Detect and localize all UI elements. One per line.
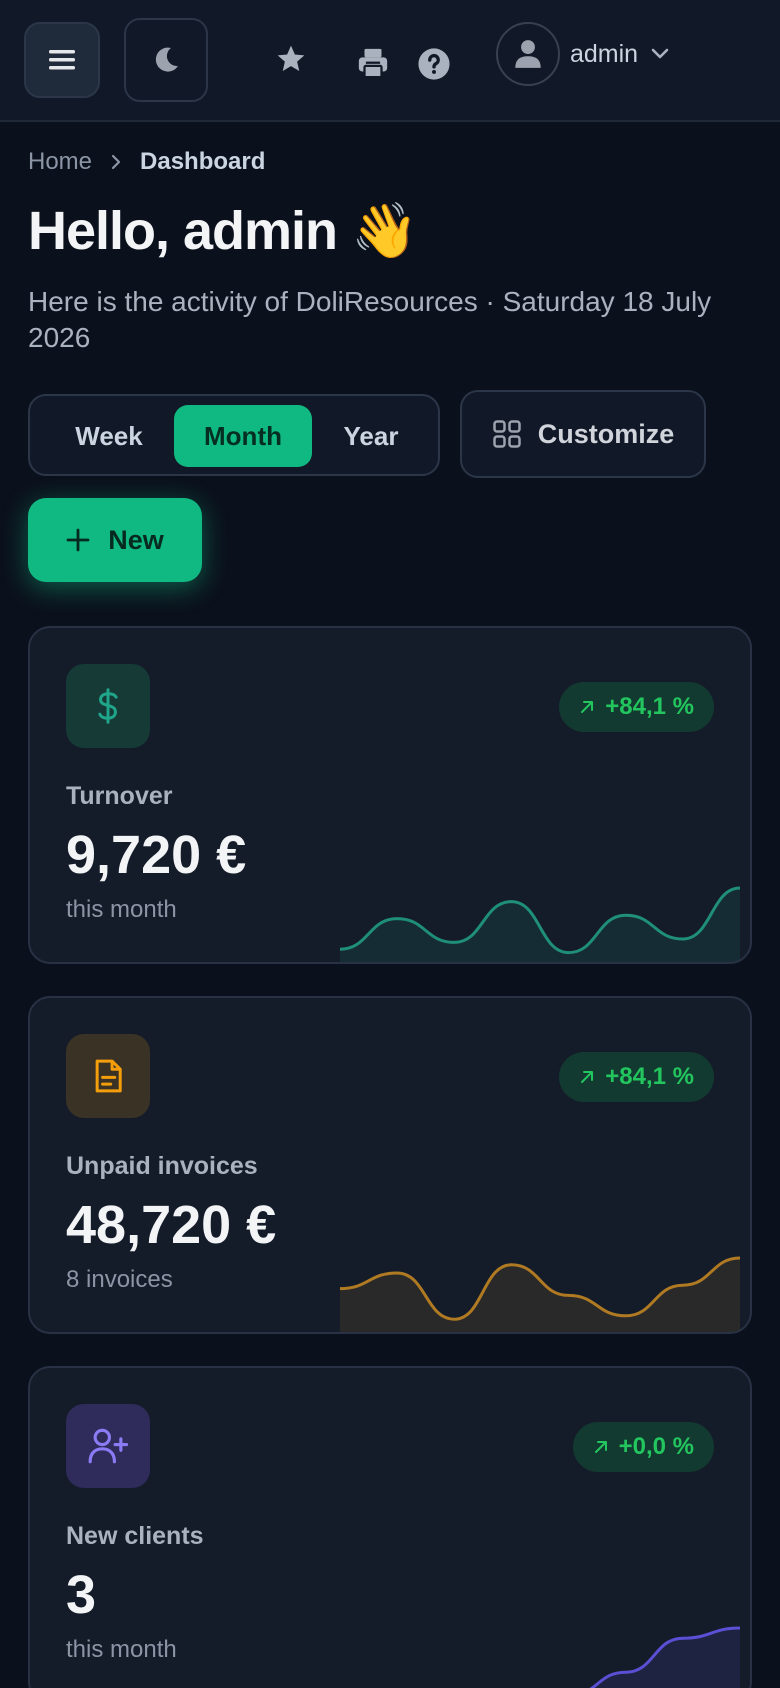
kpi-card-turnover[interactable]: +84,1 % Turnover 9,720 € this month [28,626,752,964]
card-label: New clients [66,1522,204,1550]
customize-label: Customize [537,418,675,449]
card-value: 3 [66,1565,97,1625]
wave-emoji: 👋 [351,201,418,261]
grid-icon [492,420,521,448]
menu-button[interactable] [24,22,100,98]
new-button[interactable]: New [28,498,202,582]
card-label: Unpaid invoices [66,1152,258,1180]
page-subtitle: Here is the activity of DoliResources · … [28,286,712,353]
customize-button[interactable]: Customize [460,390,706,478]
chevron-right-icon [111,154,121,170]
dollar-icon [98,688,118,724]
page-title-text: Hello, admin [28,201,338,261]
sparkline [340,1256,740,1332]
card-value: 9,720 € [66,825,247,885]
trend-value: +84,1 % [605,1063,694,1090]
arrow-up-right-icon [581,1071,594,1083]
card-note: this month [66,1636,177,1663]
favorites-button[interactable] [270,38,312,80]
kpi-card-new-clients[interactable]: +0,0 % New clients 3 this month [28,1366,752,1688]
period-month-button[interactable]: Month [174,405,312,467]
breadcrumb: Home Dashboard [28,148,265,176]
document-icon [95,1059,122,1093]
chevron-down-icon [651,48,669,59]
help-button[interactable] [412,42,456,86]
card-note: this month [66,896,177,923]
card-value: 48,720 € [66,1195,277,1255]
period-selector: Week Month Year [28,394,440,476]
printer-icon [358,48,388,79]
user-name: admin [570,39,639,68]
top-bar: admin [0,0,780,122]
moon-icon [155,47,178,72]
sparkline [340,886,740,962]
card-note: 8 invoices [66,1266,173,1293]
kpi-card-unpaid-invoices[interactable]: +84,1 % Unpaid invoices 48,720 € 8 invoi… [28,996,752,1334]
period-year-button[interactable]: Year [312,405,430,467]
breadcrumb-current: Dashboard [140,148,266,175]
card-label: Turnover [66,782,173,810]
card-icon-box [66,664,150,748]
star-icon [277,45,305,71]
arrow-up-right-icon [581,701,594,713]
user-plus-icon [88,1428,128,1464]
trend-badge: +84,1 % [559,1052,714,1102]
user-icon [515,40,541,68]
menu-icon [49,50,75,70]
card-icon-box [66,1404,150,1488]
page-title: Hello, admin 👋 [28,200,418,263]
user-menu[interactable]: admin [496,22,670,86]
trend-value: +84,1 % [605,693,694,720]
print-button[interactable] [352,42,394,84]
card-icon-box [66,1034,150,1118]
breadcrumb-home-link[interactable]: Home [28,148,92,176]
new-label: New [108,524,164,555]
arrow-up-right-icon [594,1441,607,1453]
period-week-button[interactable]: Week [44,405,174,467]
help-icon [418,48,450,80]
avatar [496,22,560,86]
sparkline [589,1626,740,1688]
trend-value: +0,0 % [618,1433,694,1460]
trend-badge: +84,1 % [559,682,714,732]
trend-badge: +0,0 % [572,1422,714,1472]
plus-icon [66,528,90,552]
sparkline-area [340,1258,740,1332]
theme-toggle-button[interactable] [124,18,208,102]
